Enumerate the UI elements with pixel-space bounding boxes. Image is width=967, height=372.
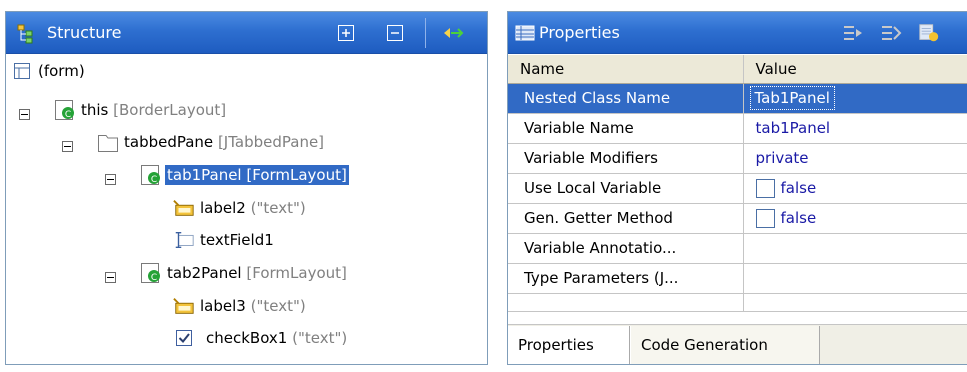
panel-icon: C — [140, 164, 162, 186]
structure-title: Structure — [47, 23, 122, 42]
tab-properties[interactable]: Properties — [508, 326, 630, 364]
structure-tree: (form) C this [BorderLayout] tabbedPane … — [6, 56, 487, 364]
gen-getter-method-checkbox[interactable] — [755, 208, 775, 228]
link-with-editor-icon[interactable] — [442, 22, 464, 44]
tab-code-generation[interactable]: Code Generation — [630, 326, 820, 364]
svg-text:C: C — [151, 273, 157, 283]
show-advanced-icon[interactable] — [880, 22, 902, 44]
property-row[interactable]: Nested Class Name Tab1Panel — [508, 83, 967, 114]
property-name: Use Local Variable — [508, 173, 744, 204]
property-row[interactable]: Gen. Getter Method false — [508, 203, 967, 234]
tree-node-label: this [BorderLayout] — [81, 101, 227, 119]
tree-node-form[interactable]: (form) — [11, 58, 87, 84]
property-value[interactable] — [743, 233, 967, 264]
tree-node-this[interactable]: C this [BorderLayout] — [54, 97, 228, 123]
property-value[interactable]: tab1Panel — [743, 113, 967, 144]
panel-icon: C — [54, 99, 76, 121]
property-value[interactable] — [743, 293, 967, 312]
property-name: Variable Annotatio... — [508, 233, 744, 264]
property-value[interactable]: private — [743, 143, 967, 174]
property-value: false — [780, 178, 817, 197]
tree-node-label: checkBox1 ("text") — [206, 329, 348, 347]
property-row[interactable]: Type Parameters (J... — [508, 263, 967, 294]
properties-title: Properties — [539, 23, 620, 42]
property-name: Variable Modifiers — [508, 143, 744, 174]
collapse-toggle[interactable] — [19, 109, 30, 120]
tree-node-label: label2 ("text") — [200, 199, 306, 217]
property-name: Variable Name — [508, 113, 744, 144]
tree-node-label2[interactable]: label2 ("text") — [173, 195, 308, 221]
column-header-value[interactable]: Value — [743, 55, 967, 84]
use-local-variable-checkbox[interactable] — [755, 178, 775, 198]
property-value-cell: false — [743, 173, 967, 204]
tree-node-label: tab1Panel [FormLayout] — [165, 165, 349, 185]
property-row[interactable] — [508, 293, 967, 312]
property-row[interactable]: Variable Modifiers private — [508, 143, 967, 174]
tree-node-label: label3 ("text") — [200, 297, 306, 315]
property-row[interactable]: Use Local Variable false — [508, 173, 967, 204]
property-value-cell: false — [743, 203, 967, 234]
property-name: Type Parameters (J... — [508, 263, 744, 294]
form-icon — [11, 60, 33, 82]
toolbar-separator — [425, 18, 426, 48]
property-name: Gen. Getter Method — [508, 203, 744, 234]
property-row[interactable]: Variable Annotatio... — [508, 233, 967, 264]
property-value: Tab1Panel — [749, 86, 835, 110]
show-events-icon[interactable] — [842, 22, 864, 44]
tree-node-textfield1[interactable]: textField1 — [173, 227, 276, 253]
text-field-icon — [173, 229, 195, 251]
tree-node-label: tabbedPane [JTabbedPane] — [124, 133, 325, 151]
svg-text:C: C — [65, 110, 71, 120]
panel-icon: C — [140, 262, 162, 284]
tree-node-label: textField1 — [200, 231, 274, 249]
checkbox-icon — [173, 327, 195, 349]
structure-panel: Structure (form) C this [BorderLayout] t… — [5, 11, 488, 365]
properties-icon — [513, 21, 537, 45]
property-row[interactable]: Variable Name tab1Panel — [508, 113, 967, 144]
tree-node-tab2panel[interactable]: C tab2Panel [FormLayout] — [140, 260, 349, 286]
label-icon — [173, 197, 195, 219]
label-icon — [173, 295, 195, 317]
collapse-toggle[interactable] — [62, 141, 73, 152]
collapse-toggle[interactable] — [105, 272, 116, 283]
collapse-toggle[interactable] — [105, 174, 116, 185]
tree-node-label: (form) — [38, 62, 85, 80]
tree-node-label3[interactable]: label3 ("text") — [173, 293, 308, 319]
properties-title-bar: Properties — [508, 12, 967, 54]
bottom-tab-bar: Properties Code Generation — [508, 324, 967, 364]
default-value-icon[interactable] — [918, 22, 940, 44]
svg-text:C: C — [151, 175, 157, 185]
column-header-name[interactable]: Name — [508, 55, 744, 84]
properties-panel: Properties Name Value Nested Class Name … — [507, 11, 967, 365]
property-value[interactable] — [743, 263, 967, 294]
properties-table: Name Value Nested Class Name Tab1Panel V… — [508, 55, 967, 312]
tree-node-checkbox1[interactable]: checkBox1 ("text") — [173, 325, 349, 351]
property-name — [508, 293, 744, 312]
property-value-field[interactable]: Tab1Panel — [743, 83, 967, 114]
tree-node-tabbedpane[interactable]: tabbedPane [JTabbedPane] — [97, 129, 326, 155]
tabbed-pane-icon — [97, 131, 119, 153]
tree-node-tab1panel[interactable]: C tab1Panel [FormLayout] — [140, 162, 349, 188]
tree-node-label: tab2Panel [FormLayout] — [167, 264, 347, 282]
collapse-all-icon[interactable] — [384, 22, 406, 44]
property-name: Nested Class Name — [508, 83, 744, 114]
property-value: false — [780, 208, 817, 227]
structure-icon — [15, 21, 39, 45]
expand-all-icon[interactable] — [335, 22, 357, 44]
structure-title-bar: Structure — [6, 12, 487, 54]
